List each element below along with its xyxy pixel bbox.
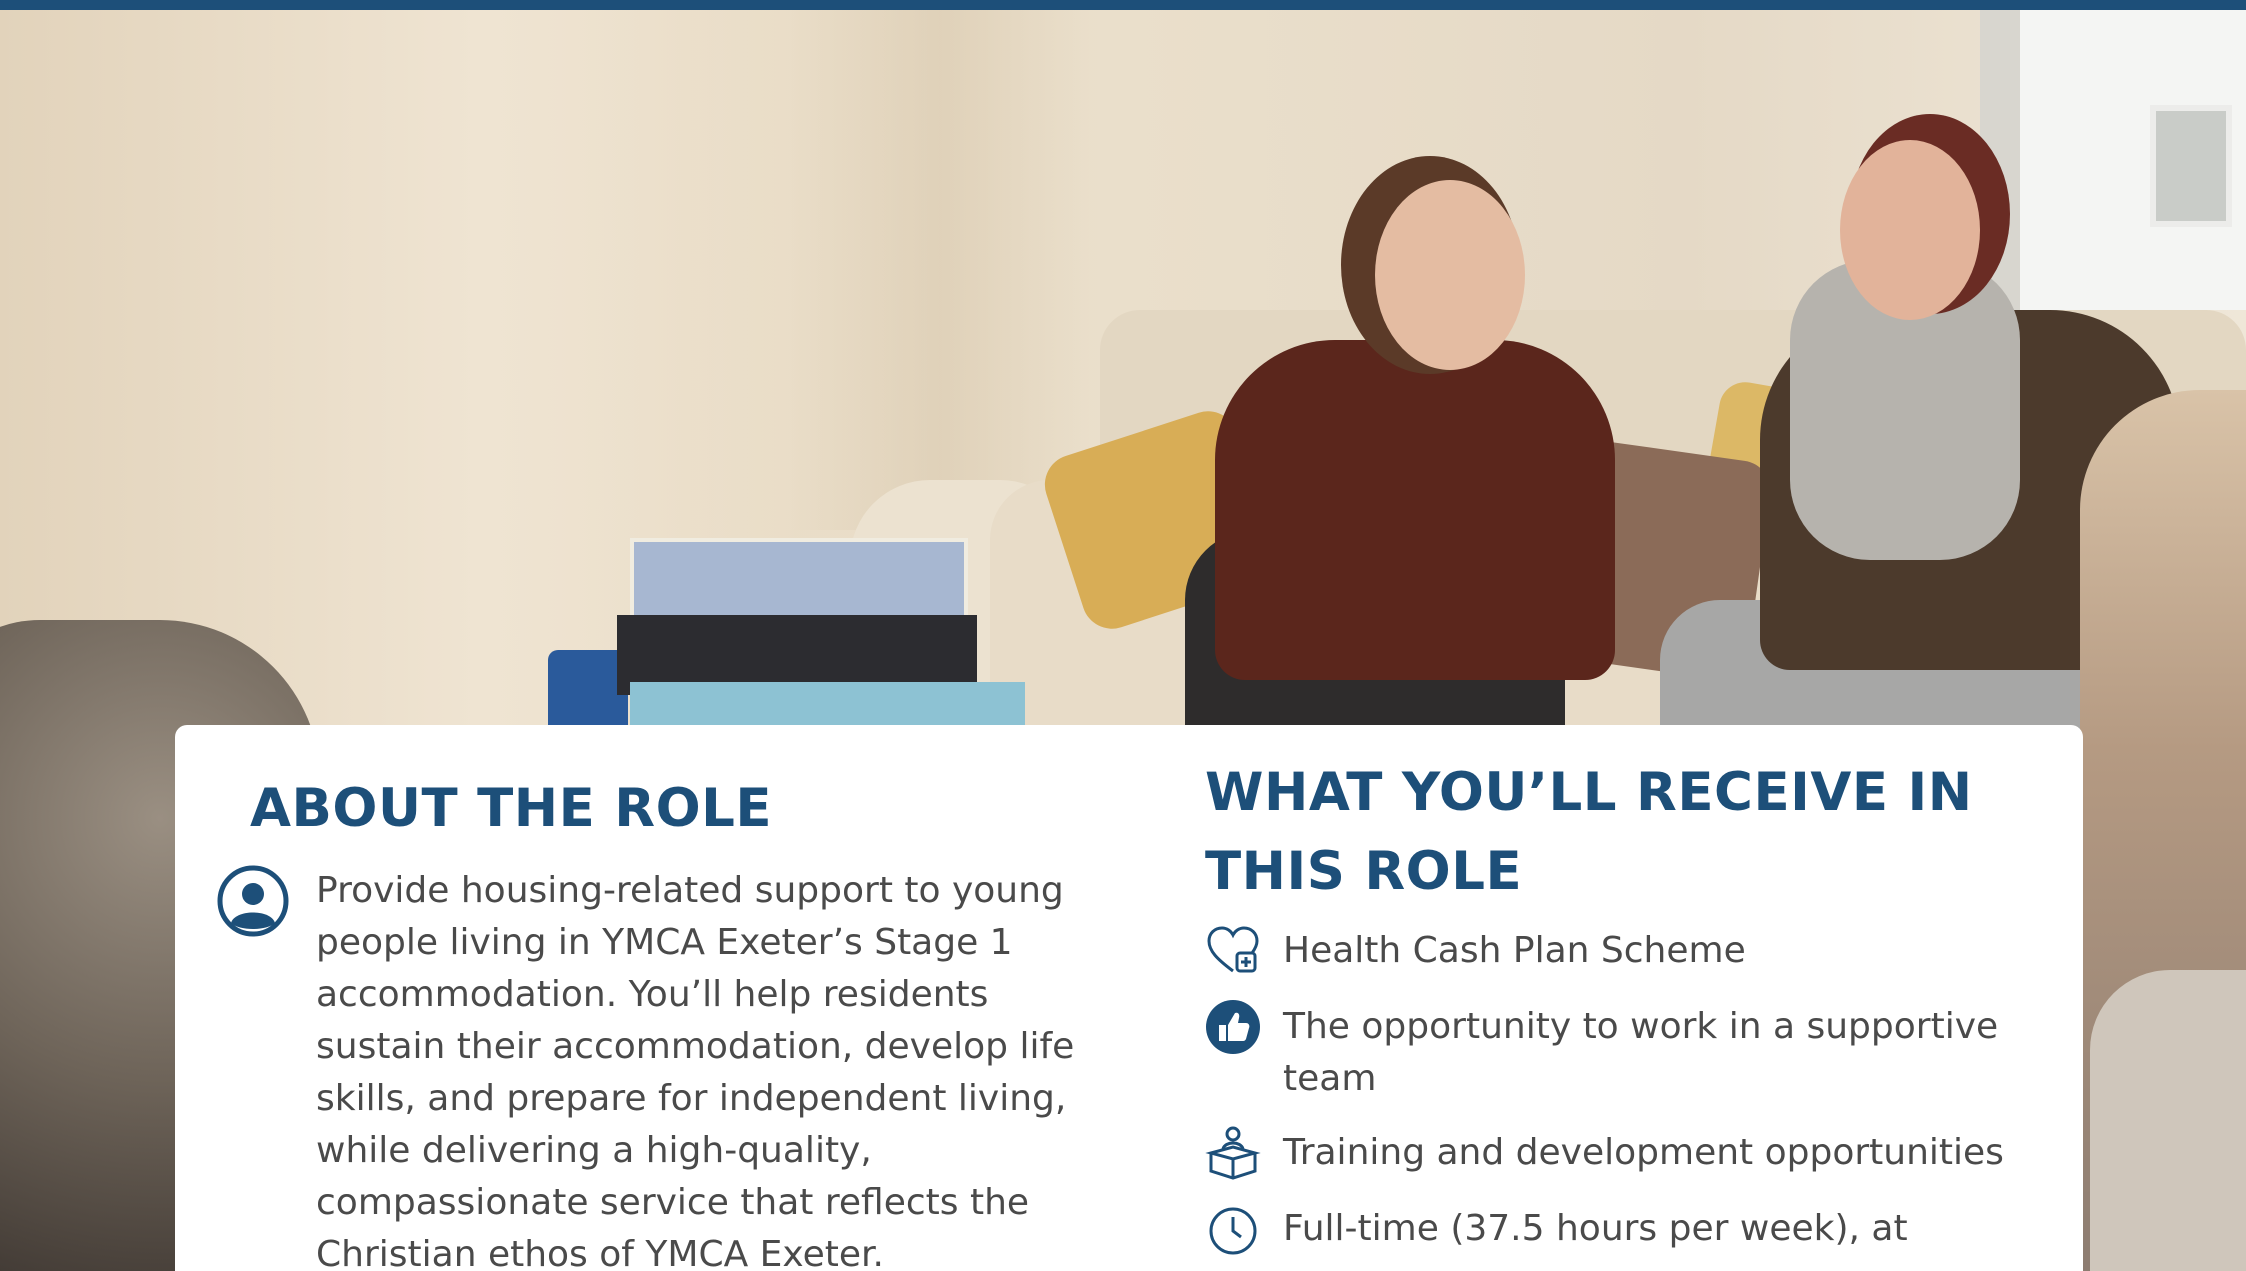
benefits-list: Health Cash Plan Scheme The opportunity … — [1205, 925, 2065, 1271]
receive-section: WHAT YOU’LL RECEIVE IN THIS ROLE Health … — [1205, 725, 2065, 1271]
user-icon — [217, 865, 289, 937]
list-item: Health Cash Plan Scheme — [1205, 925, 2065, 979]
top-accent-bar — [0, 0, 2246, 10]
about-description: Provide housing-related support to young… — [316, 870, 1075, 1271]
list-item: The opportunity to work in a supportive … — [1205, 1000, 2065, 1105]
person-box-icon — [1205, 1126, 1261, 1180]
content-card: ABOUT THE ROLE Provide housing-related s… — [175, 725, 2083, 1271]
benefit-label: Training and development opportunities — [1283, 1132, 2004, 1173]
thumbs-up-icon — [1206, 1000, 1260, 1054]
benefit-label: The opportunity to work in a supportive … — [1283, 1006, 1999, 1099]
benefit-label: Health Cash Plan Scheme — [1283, 930, 1746, 971]
list-item: Training and development opportunities — [1205, 1126, 2065, 1181]
about-heading: ABOUT THE ROLE — [250, 778, 773, 839]
heart-plus-icon — [1207, 926, 1259, 973]
person-left — [1215, 340, 1615, 680]
benefit-label: Full-time (37.5 hours per week), at — [1283, 1208, 1908, 1249]
about-section: ABOUT THE ROLE Provide housing-related s… — [175, 725, 1135, 1271]
clock-icon — [1209, 1207, 1257, 1255]
receive-heading: WHAT YOU’LL RECEIVE IN THIS ROLE — [1205, 762, 1973, 902]
page: ABOUT THE ROLE Provide housing-related s… — [0, 0, 2246, 1271]
list-item: Full-time (37.5 hours per week), at — [1205, 1203, 2065, 1257]
